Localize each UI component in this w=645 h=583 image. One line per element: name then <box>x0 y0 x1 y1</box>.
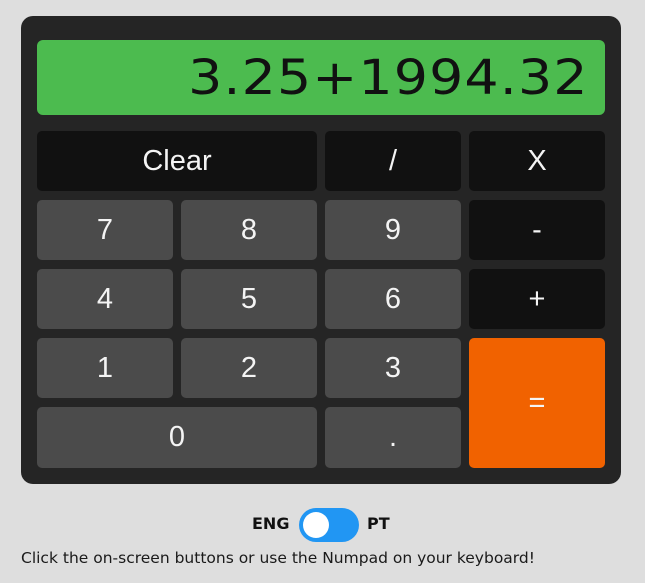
digit-5-button[interactable]: 5 <box>181 269 317 329</box>
digit-4-button[interactable]: 4 <box>37 269 173 329</box>
language-label-pt: PT <box>367 514 390 533</box>
digit-7-button[interactable]: 7 <box>37 200 173 260</box>
clear-button[interactable]: Clear <box>37 131 317 191</box>
usage-hint: Click the on-screen buttons or use the N… <box>21 549 535 567</box>
minus-button[interactable]: - <box>469 200 605 260</box>
toggle-knob <box>303 512 329 538</box>
digit-9-button[interactable]: 9 <box>325 200 461 260</box>
digit-0-button[interactable]: 0 <box>37 407 317 468</box>
equals-button[interactable]: = <box>469 338 605 468</box>
divide-button[interactable]: / <box>325 131 461 191</box>
digit-1-button[interactable]: 1 <box>37 338 173 398</box>
plus-button[interactable]: + <box>469 269 605 329</box>
decimal-button[interactable]: . <box>325 407 461 468</box>
language-label-eng: ENG <box>252 514 290 533</box>
display: 3.25+1994.32 <box>37 40 605 115</box>
multiply-button[interactable]: X <box>469 131 605 191</box>
language-switch: ENG PT <box>0 506 645 542</box>
digit-8-button[interactable]: 8 <box>181 200 317 260</box>
calculator: 3.25+1994.32 Clear / X 7 8 9 - 4 5 6 + 1… <box>21 16 621 484</box>
language-toggle[interactable] <box>299 508 359 542</box>
digit-3-button[interactable]: 3 <box>325 338 461 398</box>
display-value: 3.25+1994.32 <box>188 50 589 106</box>
digit-6-button[interactable]: 6 <box>325 269 461 329</box>
digit-2-button[interactable]: 2 <box>181 338 317 398</box>
